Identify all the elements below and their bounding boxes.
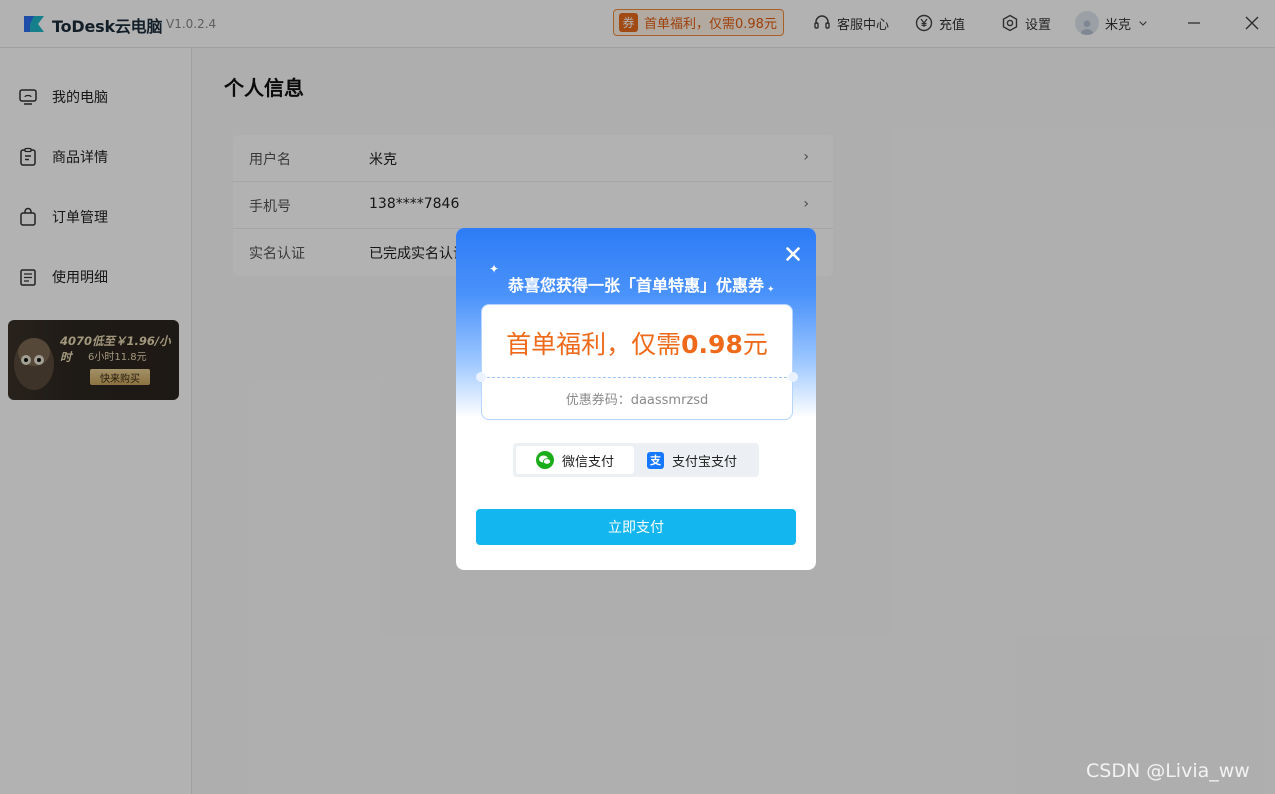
coupon-title-suffix: 元 <box>742 330 768 359</box>
payment-method-tabs: 微信支付 支 支付宝支付 <box>513 443 759 477</box>
alipay-icon: 支 <box>647 451 664 469</box>
coupon-title-prefix: 首单福利，仅需 <box>506 330 682 359</box>
coupon-card: 首单福利，仅需0.98元 优惠券码：daassmrzsd <box>476 304 798 420</box>
tab-label: 支付宝支付 <box>672 454 738 470</box>
tab-wechat-pay[interactable]: 微信支付 <box>516 446 634 474</box>
coupon-price: 0.98 <box>681 330 743 359</box>
modal-headline: 恭喜您获得一张「首单特惠」优惠券 <box>507 276 764 295</box>
watermark-text: CSDN @Livia_ww <box>1086 760 1250 782</box>
coupon-notch-left <box>476 372 486 382</box>
modal-close-button[interactable] <box>784 245 802 263</box>
coupon-title: 首单福利，仅需0.98元 <box>482 325 792 361</box>
tab-label: 微信支付 <box>561 454 614 470</box>
wechat-icon <box>535 451 554 469</box>
tab-alipay[interactable]: 支 支付宝支付 <box>647 446 737 474</box>
pay-now-button[interactable]: 立即支付 <box>476 509 796 545</box>
coupon-modal: ✦ ✦ 恭喜您获得一张「首单特惠」优惠券 首单福利，仅需0.98元 优惠券码：d… <box>456 228 816 570</box>
close-icon <box>786 247 800 261</box>
coupon-code: 优惠券码：daassmrzsd <box>565 393 709 408</box>
coupon-top: 首单福利，仅需0.98元 <box>482 305 792 378</box>
coupon-notch-right <box>788 372 798 382</box>
